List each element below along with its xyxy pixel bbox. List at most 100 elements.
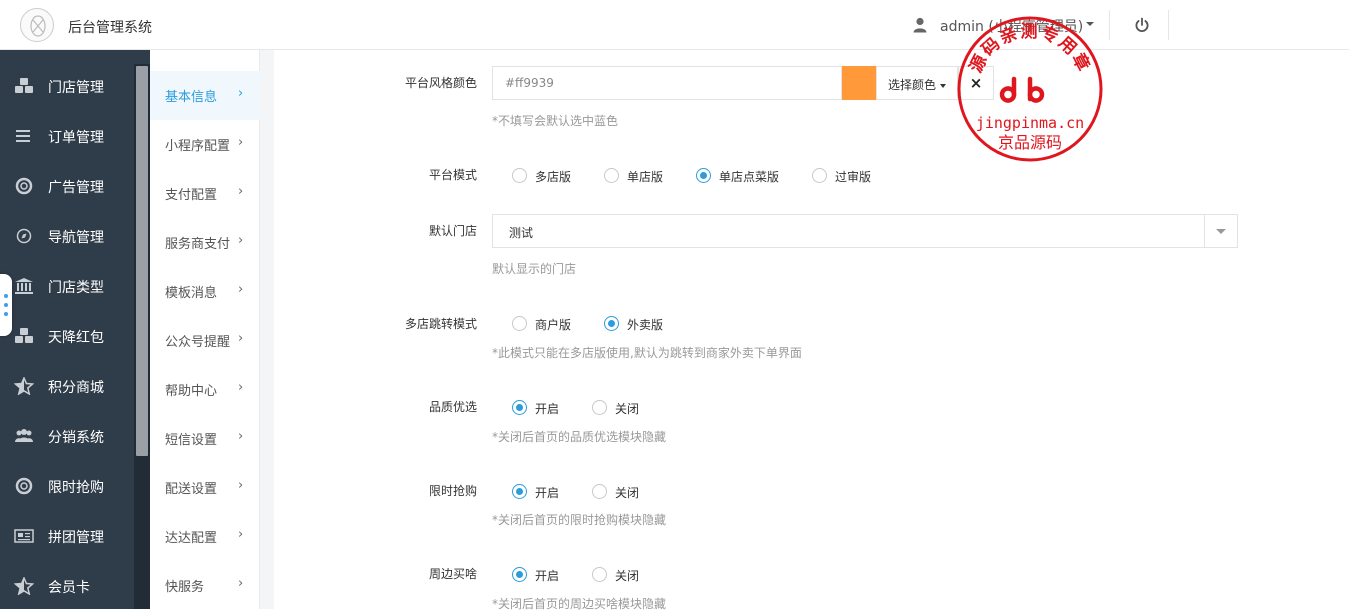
star-half-icon [14, 377, 34, 395]
scrollbar-thumb[interactable] [136, 66, 148, 456]
power-icon[interactable] [1134, 17, 1150, 33]
subnav-item-sms[interactable]: 短信设置 › [150, 414, 260, 463]
subnav-item-label: 小程序配置 [165, 139, 231, 154]
radio-button[interactable] [696, 168, 711, 183]
subnav-item-provider-payment[interactable]: 服务商支付 › [150, 218, 260, 267]
radio-label: 开启 [535, 486, 560, 500]
radio-button[interactable] [512, 567, 527, 582]
users-icon [15, 429, 33, 442]
chevron-right-icon: › [238, 380, 244, 395]
sidebar-item-label: 会员卡 [48, 580, 90, 596]
nearby-label: 周边买啥 [428, 567, 477, 581]
pick-color-button[interactable]: 选择颜色 [876, 66, 958, 100]
sidebar-item-member-card[interactable]: 会员卡 [0, 561, 134, 609]
sidebar-item-points-mall[interactable]: 积分商城 [0, 361, 134, 411]
sidebar-item-label: 分销系统 [48, 430, 104, 446]
subnav-item-payment[interactable]: 支付配置 › [150, 169, 260, 218]
sidebar-item-ads[interactable]: 广告管理 [0, 161, 134, 211]
svg-text:源码亲测专用章: 源码亲测专用章 [965, 21, 1095, 76]
subnav-item-dada[interactable]: 达达配置 › [150, 512, 260, 561]
sidebar-item-label: 订单管理 [48, 130, 104, 146]
stamp-name-text: 京品源码 [998, 133, 1062, 152]
sidebar-item-store-type[interactable]: 门店类型 [0, 261, 134, 311]
default-store-label: 默认门店 [428, 224, 477, 238]
radio-button[interactable] [592, 400, 607, 415]
subnav-item-delivery[interactable]: 配送设置 › [150, 463, 260, 512]
subnav-item-label: 模板消息 [165, 286, 218, 301]
subnav-item-help[interactable]: 帮助中心 › [150, 365, 260, 414]
sidebar-item-label: 导航管理 [48, 230, 104, 246]
sidebar-item-label: 天降红包 [48, 330, 104, 346]
default-store-select[interactable]: 测试 [492, 214, 1238, 248]
sidebar-item-flash-sale[interactable]: 限时抢购 [0, 461, 134, 511]
radio-button[interactable] [812, 168, 827, 183]
stamp-arc-text: 源码亲测专用章 [965, 21, 1093, 76]
radio-button[interactable] [512, 168, 527, 183]
sidebar-scrollbar[interactable] [134, 64, 150, 609]
subnav-item-label: 快服务 [165, 580, 205, 595]
jump-mode-label: 多店跳转模式 [404, 317, 477, 331]
radio-label: 开启 [535, 569, 560, 583]
radio-label: 关闭 [615, 569, 640, 583]
logo-icon[interactable] [20, 8, 54, 42]
chevron-right-icon: › [238, 86, 244, 101]
content-gutter [260, 50, 274, 609]
sidebar-item-redpacket[interactable]: 天降红包 [0, 311, 134, 361]
newspaper-icon [14, 529, 34, 543]
sidebar-item-label: 门店管理 [48, 80, 104, 96]
radio-button[interactable] [592, 484, 607, 499]
nearby-hint: *关闭后首页的周边买啥模块隐藏 [492, 597, 667, 611]
chevron-right-icon: › [238, 527, 244, 542]
cubes-icon [15, 78, 33, 93]
subnav-item-basic-info[interactable]: 基本信息 › [150, 71, 260, 120]
flash-sale-hint: *关闭后首页的限时抢购模块隐藏 [492, 513, 667, 527]
sidebar-item-label: 积分商城 [48, 380, 104, 396]
radio-label: 过审版 [835, 170, 872, 184]
radio-label: 开启 [535, 402, 560, 416]
theme-color-label: 平台风格颜色 [404, 76, 477, 90]
subnav-item-label: 达达配置 [165, 531, 218, 546]
compass-icon [16, 228, 32, 244]
radio-label: 商户版 [535, 318, 572, 332]
radio-button[interactable] [512, 484, 527, 499]
subnav-item-miniprogram[interactable]: 小程序配置 › [150, 120, 260, 169]
radio-label: 多店版 [535, 170, 572, 184]
sidebar-item-orders[interactable]: 订单管理 [0, 111, 134, 161]
radio-label: 单店版 [627, 170, 664, 184]
stamp-logo-icon [999, 76, 1045, 103]
subnav-item-label: 公众号提醒 [165, 335, 231, 350]
settings-subnav: 基本信息 › 小程序配置 › 支付配置 › 服务商支付 › 模板消息 › 公众号… [150, 50, 260, 609]
radio-button[interactable] [604, 168, 619, 183]
theme-color-input[interactable]: #ff9939 [492, 66, 842, 100]
radio-button[interactable] [604, 316, 619, 331]
default-store-hint: 默认显示的门店 [492, 262, 577, 276]
quality-hint: *关闭后首页的品质优选模块隐藏 [492, 430, 667, 444]
sidebar-item-group-buy[interactable]: 拼团管理 [0, 511, 134, 561]
header-divider [1168, 10, 1169, 40]
subnav-item-quick-service[interactable]: 快服务 › [150, 561, 260, 610]
chevron-right-icon: › [238, 478, 244, 493]
radio-label: 关闭 [615, 486, 640, 500]
chevron-down-icon [940, 83, 947, 88]
drawer-toggle[interactable] [0, 274, 12, 336]
header-divider [1109, 10, 1110, 40]
watermark-stamp: 源码亲测专用章 jingpinma.cn 京品源码 [957, 16, 1103, 162]
sidebar-item-distribution[interactable]: 分销系统 [0, 411, 134, 461]
radio-button[interactable] [512, 400, 527, 415]
subnav-item-official-account[interactable]: 公众号提醒 › [150, 316, 260, 365]
radio-button[interactable] [592, 567, 607, 582]
color-swatch[interactable] [842, 66, 876, 100]
chevron-right-icon: › [238, 135, 244, 150]
platform-mode-label: 平台模式 [428, 168, 477, 182]
list-icon [16, 130, 30, 142]
chevron-right-icon: › [238, 233, 244, 248]
subnav-item-label: 基本信息 [165, 90, 218, 105]
radio-button[interactable] [512, 316, 527, 331]
quality-label: 品质优选 [428, 400, 477, 414]
lifebuoy-icon [15, 477, 33, 495]
stamp-site-text: jingpinma.cn [976, 114, 1084, 132]
subnav-item-template-msg[interactable]: 模板消息 › [150, 267, 260, 316]
chevron-down-icon[interactable] [1216, 229, 1226, 234]
sidebar-item-nav[interactable]: 导航管理 [0, 211, 134, 261]
sidebar-item-store[interactable]: 门店管理 [0, 61, 134, 111]
